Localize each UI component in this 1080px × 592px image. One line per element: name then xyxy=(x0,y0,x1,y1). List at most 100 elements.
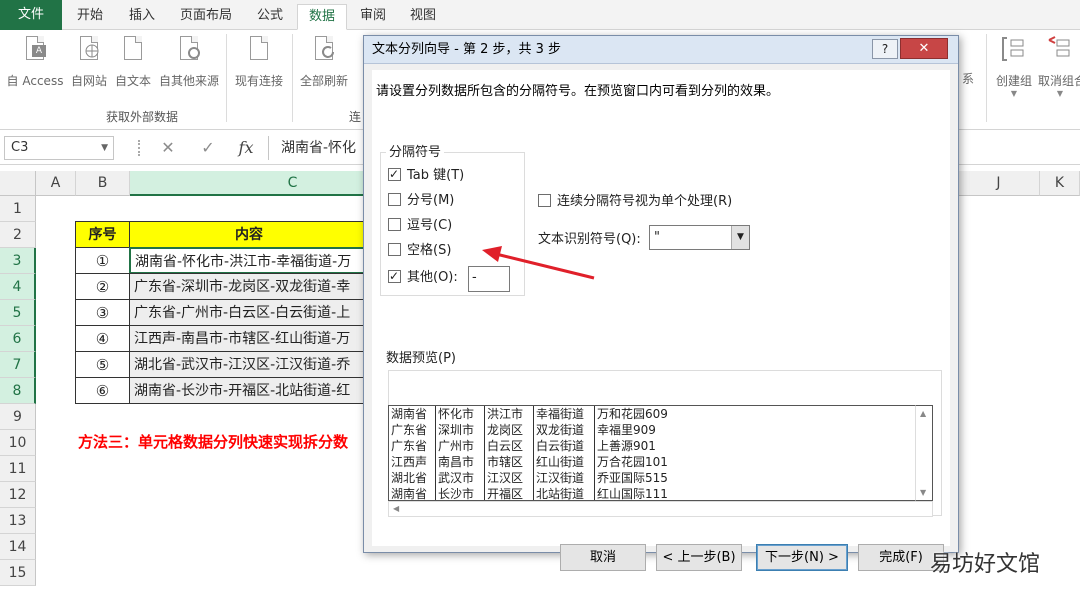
select-all-corner[interactable] xyxy=(0,171,36,196)
data-preview-area[interactable]: 湖南省 怀化市 洪江市 幸福街道 万和花园609 广东省 深圳市 龙岗区 双龙街道 幸福里909 广… xyxy=(388,405,915,501)
table-cell-content[interactable]: 江西声-南昌市-市辖区-红山街道-万 xyxy=(129,325,369,352)
from-text-button[interactable]: 自文本 xyxy=(112,34,154,89)
group-label-connections-partial: 连 xyxy=(349,110,362,124)
row-header-2[interactable]: 2 xyxy=(0,222,36,248)
refresh-all-button[interactable]: 全部刷新 xyxy=(296,34,352,89)
table-cell-num[interactable]: ③ xyxy=(75,299,130,326)
chevron-down-icon[interactable]: ▼ xyxy=(731,226,749,249)
ribbon-tab-bar: 文件 开始 插入 页面布局 公式 数据 审阅 视图 xyxy=(0,0,1080,30)
preview-cell: 幸福街道 xyxy=(536,407,585,421)
row-header-8[interactable]: 8 xyxy=(0,378,36,404)
preview-cell: 红山街道 xyxy=(536,455,585,469)
group-button[interactable]: 创建组 ▼ xyxy=(992,34,1036,98)
from-other-sources-button[interactable]: 自其他来源 xyxy=(156,34,222,89)
row-header-7[interactable]: 7 xyxy=(0,352,36,378)
row-header-4[interactable]: 4 xyxy=(0,274,36,300)
scroll-left-icon[interactable]: ◀ xyxy=(393,504,399,513)
table-cell-num[interactable]: ④ xyxy=(75,325,130,352)
row-header-10[interactable]: 10 xyxy=(0,430,36,456)
preview-cell: 万合花园101 xyxy=(597,455,668,469)
insert-function-button[interactable]: fx xyxy=(232,136,260,160)
table-cell-content[interactable]: 广东省-深圳市-龙岗区-双龙街道-幸 xyxy=(129,273,369,300)
header-cell-num[interactable]: 序号 xyxy=(75,221,130,248)
table-cell-num[interactable]: ① xyxy=(75,247,130,274)
row-header-9[interactable]: 9 xyxy=(0,404,36,430)
checkbox-checked-icon[interactable] xyxy=(388,164,401,184)
scroll-down-icon[interactable]: ▼ xyxy=(920,488,926,497)
table-cell-content[interactable]: 广东省-广州市-白云区-白云街道-上 xyxy=(129,299,369,326)
preview-cell: 湖南省 xyxy=(391,407,428,421)
row-header-13[interactable]: 13 xyxy=(0,508,36,534)
semicolon-checkbox[interactable]: 分号(M) xyxy=(388,191,454,211)
preview-cell: 湖南省 xyxy=(391,487,428,501)
column-header-b[interactable]: B xyxy=(76,171,130,196)
tab-formulas[interactable]: 公式 xyxy=(246,4,294,30)
refresh-icon xyxy=(311,34,337,66)
scroll-up-icon[interactable]: ▲ xyxy=(920,409,926,418)
row-header-11[interactable]: 11 xyxy=(0,456,36,482)
preview-cell: 江西声 xyxy=(391,455,428,469)
row-header-5[interactable]: 5 xyxy=(0,300,36,326)
enter-formula-button[interactable]: ✓ xyxy=(194,136,222,160)
column-header-k[interactable]: K xyxy=(1040,171,1080,196)
row-header-6[interactable]: 6 xyxy=(0,326,36,352)
cancel-formula-button[interactable]: ✕ xyxy=(154,136,182,160)
preview-cell: 幸福里909 xyxy=(597,423,656,437)
checkbox-icon[interactable] xyxy=(388,243,401,256)
column-header-a[interactable]: A xyxy=(36,171,76,196)
preview-cell: 广东省 xyxy=(391,423,428,437)
row-header-3[interactable]: 3 xyxy=(0,248,36,274)
column-header-j[interactable]: J xyxy=(958,171,1040,196)
table-cell-content[interactable]: 湖南省-长沙市-开福区-北站街道-红 xyxy=(129,377,369,404)
close-button[interactable]: ✕ xyxy=(900,38,948,59)
checkbox-icon[interactable] xyxy=(388,218,401,231)
preview-cell: 北站街道 xyxy=(536,487,585,501)
from-access-button[interactable]: A 自 Access xyxy=(4,34,66,89)
other-checkbox[interactable]: 其他(O): xyxy=(388,266,458,288)
checkbox-icon[interactable] xyxy=(538,194,551,207)
back-button[interactable]: < 上一步(B) xyxy=(656,544,742,571)
table-cell-num[interactable]: ② xyxy=(75,273,130,300)
checkbox-checked-icon[interactable] xyxy=(388,266,401,286)
tab-page-layout[interactable]: 页面布局 xyxy=(170,4,242,30)
row-header-15[interactable]: 15 xyxy=(0,560,36,586)
chevron-down-icon: ▼ xyxy=(1056,89,1064,98)
preview-cell: 红山国际111 xyxy=(597,487,668,501)
tab-review[interactable]: 审阅 xyxy=(350,4,396,30)
header-cell-content[interactable]: 内容 xyxy=(129,221,369,248)
table-cell-num[interactable]: ⑥ xyxy=(75,377,130,404)
tab-insert[interactable]: 插入 xyxy=(118,4,166,30)
method-note: 方法三：单元格数据分列快速实现拆分数 xyxy=(78,433,349,451)
table-cell-num[interactable]: ⑤ xyxy=(75,351,130,378)
chevron-down-icon: ▼ xyxy=(1010,89,1018,98)
row-header-12[interactable]: 12 xyxy=(0,482,36,508)
preview-cell: 开福区 xyxy=(487,487,524,501)
existing-connections-button[interactable]: 现有连接 xyxy=(230,34,288,89)
cancel-button[interactable]: 取消 xyxy=(560,544,646,571)
consecutive-delimiters-checkbox[interactable]: 连续分隔符号视为单个处理(R) xyxy=(538,190,732,209)
dialog-body: 请设置分列数据所包含的分隔符号。在预览窗口内可看到分列的效果。 分隔符号 Tab… xyxy=(372,70,950,571)
ungroup-button[interactable]: 取消组合 ▼ xyxy=(1038,34,1080,98)
tab-view[interactable]: 视图 xyxy=(400,4,446,30)
help-button[interactable]: ? xyxy=(872,39,898,59)
preview-vertical-scrollbar[interactable]: ▲ ▼ xyxy=(915,405,933,501)
space-checkbox[interactable]: 空格(S) xyxy=(388,241,451,261)
next-button[interactable]: 下一步(N) > xyxy=(756,544,848,571)
table-cell-content[interactable]: 湖北省-武汉市-江汉区-江汉街道-乔 xyxy=(129,351,369,378)
tab-file[interactable]: 文件 xyxy=(0,0,62,30)
text-qualifier-select[interactable]: " ▼ xyxy=(649,225,750,250)
row-header-14[interactable]: 14 xyxy=(0,534,36,560)
comma-checkbox[interactable]: 逗号(C) xyxy=(388,216,452,236)
row-header-1[interactable]: 1 xyxy=(0,196,36,222)
tab-home[interactable]: 开始 xyxy=(66,4,114,30)
tab-data[interactable]: 数据 xyxy=(297,4,347,30)
chevron-down-icon[interactable]: ▼ xyxy=(101,137,108,159)
preview-horizontal-scrollbar[interactable]: ◀ xyxy=(388,501,933,517)
access-icon: A xyxy=(22,34,48,66)
table-cell-content-selected[interactable]: 湖南省-怀化市-洪江市-幸福街道-万 xyxy=(129,247,369,274)
preview-cell: 万和花园609 xyxy=(597,407,668,421)
from-web-button[interactable]: 自网站 xyxy=(68,34,110,89)
tab-checkbox[interactable]: Tab 键(T) xyxy=(388,164,464,186)
checkbox-icon[interactable] xyxy=(388,193,401,206)
name-box[interactable]: C3 ▼ xyxy=(4,136,114,160)
